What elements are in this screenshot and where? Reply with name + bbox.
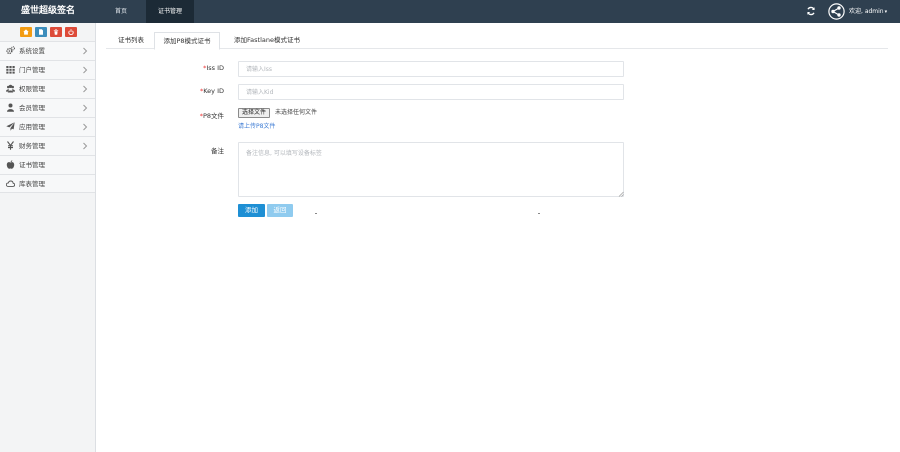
gears-icon	[6, 46, 15, 55]
sidebar-item-label: 权限管理	[19, 85, 45, 93]
file-status-text: 未选择任何文件	[275, 109, 318, 116]
sidebar-item-members[interactable]: 会员管理	[0, 98, 95, 117]
sidebar-shortcuts	[0, 23, 96, 41]
share-circle-icon[interactable]	[828, 3, 845, 20]
back-button[interactable]: 返回	[267, 204, 293, 217]
sidebar-item-finance[interactable]: 财务管理	[0, 136, 95, 155]
top-navbar: 盛世超级签名 首页 证书管理 欢迎, admin▾	[0, 0, 900, 23]
chevron-right-icon	[83, 142, 88, 150]
sidebar-item-permissions[interactable]: 权限管理	[0, 79, 95, 98]
resize-grip-icon[interactable]	[618, 191, 624, 197]
shortcut-trash-button[interactable]	[50, 27, 62, 37]
sidebar-item-label: 应用管理	[19, 123, 45, 131]
nav-home[interactable]: 首页	[106, 0, 136, 23]
nav-cert-management[interactable]: 证书管理	[146, 0, 194, 23]
iss-id-label: *Iss ID	[203, 64, 224, 72]
sidebar-item-label: 库表管理	[19, 180, 45, 188]
iss-id-input[interactable]	[238, 61, 624, 77]
yen-icon	[7, 141, 14, 150]
file-upload-hint: 请上传P8文件	[238, 123, 276, 130]
caret-down-icon: ▾	[884, 9, 888, 15]
tab-add-fastlane-cert[interactable]: 添加Fastlane模式证书	[228, 32, 306, 49]
chevron-right-icon	[83, 85, 88, 93]
add-button[interactable]: 添加	[238, 204, 265, 217]
choose-file-button[interactable]: 选择文件	[238, 108, 271, 118]
sidebar-item-label: 门户管理	[19, 66, 45, 74]
user-icon	[7, 103, 14, 112]
trash-icon	[53, 29, 59, 35]
tab-add-p8-cert[interactable]: 添加P8模式证书	[154, 32, 220, 50]
decorative-dot	[538, 213, 540, 214]
tab-bar: 证书列表 添加P8模式证书 添加Fastlane模式证书	[106, 32, 888, 50]
refresh-icon[interactable]	[806, 6, 816, 16]
sidebar-item-apps[interactable]: 应用管理	[0, 117, 95, 136]
sidebar-item-portal[interactable]: 门户管理	[0, 60, 95, 79]
remark-textarea[interactable]	[238, 142, 624, 197]
brand-title[interactable]: 盛世超级签名	[0, 0, 96, 23]
cloud-icon	[6, 180, 15, 187]
chevron-right-icon	[83, 66, 88, 74]
key-id-input[interactable]	[238, 84, 624, 100]
welcome-text: 欢迎, admin	[849, 8, 884, 15]
users-icon	[6, 84, 15, 93]
apple-icon	[6, 160, 15, 169]
key-id-label: *Key ID	[199, 87, 224, 95]
sidebar-item-label: 财务管理	[19, 142, 45, 150]
p8-file-label: *P8文件	[199, 112, 224, 120]
remark-label: 备注	[211, 147, 224, 155]
chevron-right-icon	[83, 123, 88, 131]
sidebar-item-database[interactable]: 库表管理	[0, 174, 95, 193]
sidebar-item-certificates[interactable]: 证书管理	[0, 155, 95, 174]
decorative-dot	[315, 213, 317, 214]
sidebar-item-label: 系统设置	[19, 47, 45, 55]
send-icon	[6, 122, 15, 131]
file-icon	[39, 29, 43, 35]
sidebar-item-system-settings[interactable]: 系统设置	[0, 41, 95, 60]
shortcut-home-button[interactable]	[20, 27, 32, 37]
sidebar: 系统设置 门户管理 权限管理 会员管理 应用管理 财务管理 证书管理 库表管理	[0, 23, 96, 452]
chevron-right-icon	[83, 104, 88, 112]
tab-cert-list[interactable]: 证书列表	[112, 32, 150, 49]
user-menu[interactable]: 欢迎, admin▾	[849, 0, 887, 23]
chevron-right-icon	[83, 47, 88, 55]
grid-icon	[6, 66, 15, 74]
sidebar-item-label: 证书管理	[19, 161, 45, 169]
power-icon	[68, 29, 74, 35]
home-icon	[23, 29, 29, 35]
shortcut-power-button[interactable]	[65, 27, 77, 37]
sidebar-item-label: 会员管理	[19, 104, 45, 112]
shortcut-file-button[interactable]	[35, 27, 47, 37]
